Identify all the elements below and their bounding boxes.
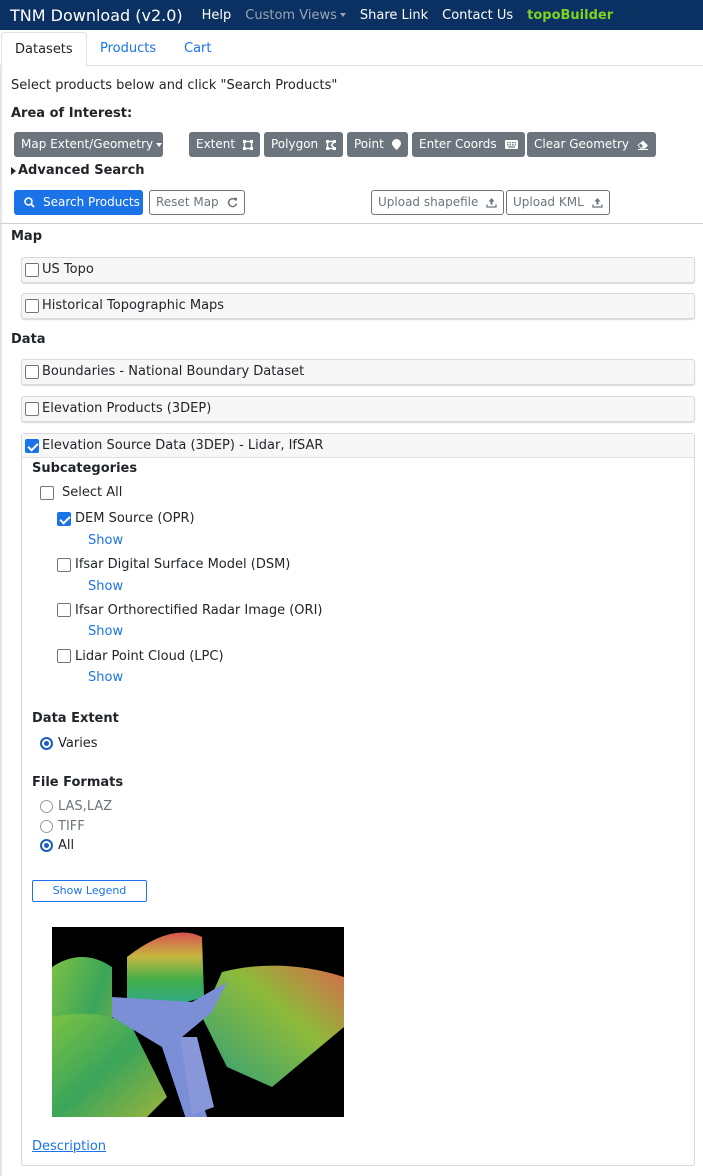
refresh-icon: [227, 197, 237, 208]
subcategory-checkbox[interactable]: [57, 649, 71, 663]
show-link[interactable]: Show: [88, 579, 123, 594]
lidar-terrain-illustration: [52, 932, 344, 1117]
point-button-label: Point: [354, 137, 384, 151]
enter-coords-button[interactable]: Enter Coords: [412, 132, 525, 157]
extent-icon: [242, 139, 253, 150]
reset-map-label: Reset Map: [156, 195, 219, 209]
clear-geometry-button-label: Clear Geometry: [534, 137, 630, 151]
description-link[interactable]: Description: [32, 1139, 106, 1154]
keyboard-icon: [504, 140, 518, 149]
subcategory-checkbox[interactable]: [57, 603, 71, 617]
subcategory-label: DEM Source (OPR): [75, 511, 195, 526]
section-title-map: Map: [11, 229, 43, 244]
nav-contact-us[interactable]: Contact Us: [442, 8, 513, 23]
upload-kml-label: Upload KML: [513, 195, 584, 209]
dataset-checkbox[interactable]: [25, 402, 39, 416]
intro-text: Select products below and click "Search …: [11, 78, 338, 93]
file-formats-title: File Formats: [32, 775, 124, 790]
dataset-label: US Topo: [42, 262, 94, 277]
dataset-checkbox[interactable]: [25, 365, 39, 379]
search-icon: [24, 197, 35, 208]
show-link[interactable]: Show: [88, 624, 123, 639]
search-products-label: Search Products: [43, 195, 140, 209]
upload-icon: [591, 198, 603, 208]
file-format-label: All: [58, 838, 75, 853]
top-navbar: TNM Download (v2.0) Help Custom Views Sh…: [0, 0, 703, 30]
data-extent-title: Data Extent: [32, 711, 119, 726]
section-title-data: Data: [11, 332, 46, 347]
polygon-icon: [325, 139, 336, 150]
upload-kml-button[interactable]: Upload KML: [506, 190, 610, 215]
lidar-preview-image: [52, 927, 344, 1117]
subcategory-label: Ifsar Digital Surface Model (DSM): [75, 557, 291, 572]
nav-share-link[interactable]: Share Link: [360, 8, 428, 23]
subcategories-title: Subcategories: [32, 461, 138, 476]
file-format-radio[interactable]: [40, 839, 53, 852]
show-link[interactable]: Show: [88, 533, 123, 548]
data-extent-option-label: Varies: [58, 736, 98, 751]
map-pin-icon: [391, 139, 401, 150]
tab-datasets[interactable]: Datasets: [1, 32, 87, 67]
nav-custom-views-label: Custom Views: [245, 7, 337, 23]
subcategory-checkbox[interactable]: [57, 512, 71, 526]
upload-shapefile-button[interactable]: Upload shapefile: [371, 190, 505, 215]
select-all-checkbox[interactable]: [40, 486, 54, 500]
eraser-icon: [637, 140, 648, 150]
search-products-button[interactable]: Search Products: [14, 190, 143, 215]
polygon-button[interactable]: Polygon: [264, 132, 343, 157]
nav-topobuilder[interactable]: topoBuilder: [527, 8, 613, 23]
file-format-radio[interactable]: [40, 820, 53, 833]
area-of-interest-label: Area of Interest:: [11, 106, 133, 121]
divider: [0, 223, 703, 224]
dataset-panel-elevation-products[interactable]: Elevation Products (3DEP): [21, 396, 695, 422]
file-format-radio[interactable]: [40, 800, 53, 813]
subcategory-checkbox[interactable]: [57, 558, 71, 572]
clear-geometry-button[interactable]: Clear Geometry: [527, 132, 656, 157]
caret-down-icon: [339, 13, 346, 17]
reset-map-button[interactable]: Reset Map: [149, 190, 245, 215]
app-brand[interactable]: TNM Download (v2.0): [10, 6, 183, 25]
tab-cart[interactable]: Cart: [171, 32, 225, 67]
dataset-checkbox[interactable]: [25, 299, 39, 313]
dataset-checkbox[interactable]: [25, 439, 39, 453]
show-legend-button[interactable]: Show Legend: [32, 880, 147, 902]
extent-button[interactable]: Extent: [189, 132, 260, 157]
dataset-label: Elevation Source Data (3DEP) - Lidar, If…: [42, 438, 324, 453]
subcategory-label: Ifsar Orthorectified Radar Image (ORI): [75, 603, 323, 618]
map-extent-dropdown[interactable]: Map Extent/Geometry: [14, 132, 163, 157]
caret-right-icon: [11, 166, 16, 175]
data-extent-radio[interactable]: [40, 737, 53, 750]
nav-help[interactable]: Help: [202, 8, 232, 23]
upload-shapefile-label: Upload shapefile: [378, 195, 479, 209]
extent-button-label: Extent: [196, 137, 236, 151]
caret-down-icon: [156, 142, 163, 147]
show-link[interactable]: Show: [88, 670, 123, 685]
point-button[interactable]: Point: [347, 132, 408, 157]
file-format-label: TIFF: [58, 819, 85, 834]
subcategory-label: Lidar Point Cloud (LPC): [75, 649, 224, 664]
tab-products[interactable]: Products: [87, 32, 169, 67]
dataset-label: Elevation Products (3DEP): [42, 401, 212, 416]
nav-custom-views[interactable]: Custom Views: [245, 8, 346, 23]
advanced-search-label: Advanced Search: [18, 163, 145, 178]
upload-icon: [486, 198, 497, 208]
dataset-checkbox[interactable]: [25, 263, 39, 277]
left-border: [0, 66, 2, 1176]
dataset-panel-historical-topo[interactable]: Historical Topographic Maps: [21, 293, 695, 319]
select-all-label: Select All: [62, 485, 123, 500]
dataset-panel-boundaries[interactable]: Boundaries - National Boundary Dataset: [21, 359, 695, 385]
expanded-panel-header[interactable]: Elevation Source Data (3DEP) - Lidar, If…: [22, 434, 694, 458]
dataset-label: Boundaries - National Boundary Dataset: [42, 364, 305, 379]
map-extent-dropdown-label: Map Extent/Geometry: [21, 137, 154, 151]
advanced-search-toggle[interactable]: Advanced Search: [11, 163, 145, 178]
dataset-label: Historical Topographic Maps: [42, 298, 225, 313]
polygon-button-label: Polygon: [271, 137, 319, 151]
tab-bar: Datasets Products Cart: [0, 30, 703, 67]
dataset-panel-elevation-source: Elevation Source Data (3DEP) - Lidar, If…: [21, 433, 695, 1166]
dataset-panel-us-topo[interactable]: US Topo: [21, 257, 695, 283]
enter-coords-button-label: Enter Coords: [419, 137, 497, 151]
file-format-label: LAS,LAZ: [58, 799, 113, 814]
